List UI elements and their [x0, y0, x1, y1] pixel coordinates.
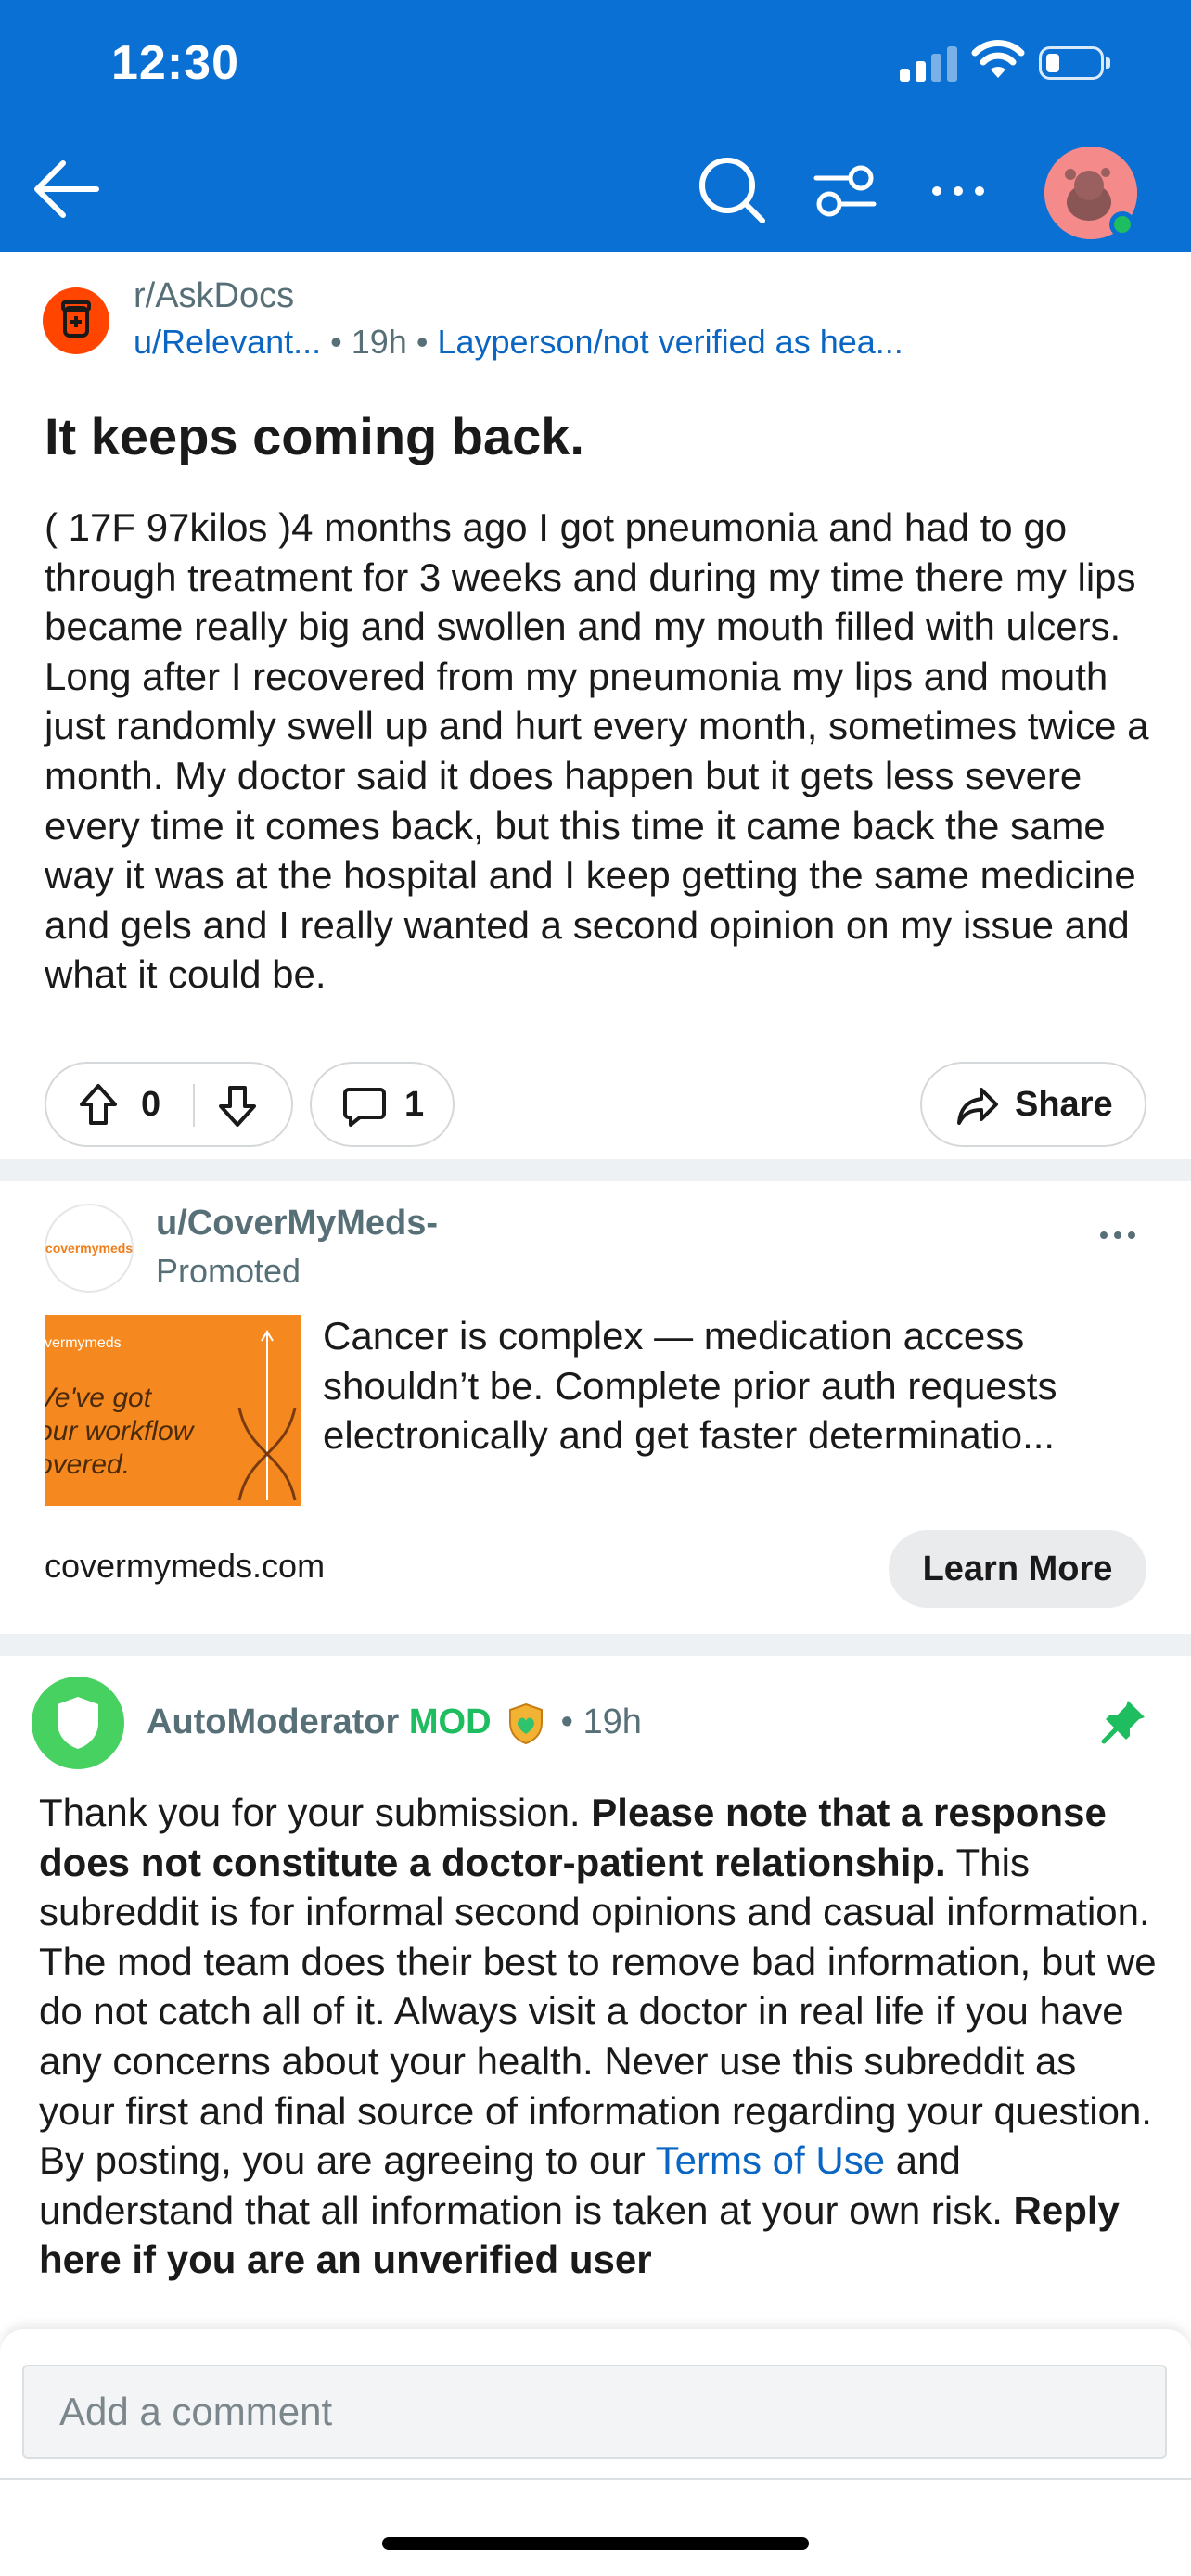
avatar[interactable]	[1044, 147, 1137, 239]
share-label: Share	[1015, 1085, 1113, 1124]
upvote-icon[interactable]	[78, 1082, 119, 1127]
comment-text: Thank you for your submission.	[39, 1791, 592, 1834]
terms-of-use-link[interactable]: Terms of Use	[656, 2138, 885, 2182]
mod-badge-icon	[509, 1702, 544, 1745]
signal-icon	[900, 45, 957, 82]
status-time: 12:30	[111, 36, 239, 90]
post-author[interactable]: u/Relevant...	[134, 323, 321, 361]
meta-separator: •	[416, 323, 438, 361]
comment-count: 1	[404, 1085, 425, 1124]
section-divider	[0, 1634, 1191, 1656]
subreddit-name[interactable]: r/AskDocs	[134, 276, 294, 316]
comment-icon	[343, 1088, 386, 1127]
ad-text[interactable]: Cancer is complex — medication access sh…	[323, 1311, 1148, 1460]
vote-count: 0	[141, 1085, 161, 1124]
shield-icon	[58, 1697, 98, 1749]
post-age: 19h	[351, 323, 407, 361]
ad-image-brand: vermymeds	[45, 1335, 122, 1351]
comment-button[interactable]: 1	[310, 1062, 455, 1147]
more-icon[interactable]	[1098, 1226, 1137, 1244]
vote-divider	[193, 1084, 195, 1127]
add-comment-input[interactable]	[22, 2365, 1167, 2459]
pin-icon	[1101, 1701, 1145, 1744]
ad-image[interactable]: vermymeds Ve've got our workflow overed.	[45, 1315, 301, 1506]
subreddit-icon[interactable]	[43, 287, 109, 354]
promoted-label: Promoted	[156, 1252, 301, 1290]
post-title: It keeps coming back.	[45, 407, 584, 465]
meta-separator: •	[330, 323, 352, 361]
vote-control: 0	[45, 1062, 293, 1147]
bottom-divider	[0, 2478, 1191, 2480]
wifi-icon	[971, 40, 1025, 78]
user-flair: Layperson/not verified as hea...	[437, 323, 903, 361]
downvote-icon[interactable]	[217, 1084, 258, 1129]
advertiser-logo[interactable]: covermymeds	[45, 1204, 134, 1293]
post-meta: u/Relevant... • 19h • Layperson/not veri…	[134, 323, 903, 362]
section-divider	[0, 1159, 1191, 1181]
comment-text: This subreddit is for informal second op…	[39, 1840, 1157, 2183]
more-icon[interactable]	[929, 182, 987, 200]
automoderator-avatar[interactable]	[32, 1677, 124, 1769]
ad-image-tagline: Ve've got our workflow overed.	[45, 1383, 194, 1480]
share-button[interactable]: Share	[920, 1062, 1146, 1147]
comment-age: 19h	[583, 1702, 642, 1742]
post-body: ( 17F 97kilos )4 months ago I got pneumo…	[45, 505, 1149, 997]
back-arrow-icon[interactable]	[33, 159, 100, 219]
filter-icon[interactable]	[813, 163, 877, 219]
battery-icon	[1039, 46, 1110, 80]
ad-domain[interactable]: covermymeds.com	[45, 1547, 325, 1586]
search-icon[interactable]	[698, 156, 766, 224]
mod-label: MOD	[408, 1702, 492, 1742]
ad-image-graphic	[237, 1330, 297, 1501]
comment-header: AutoModerator MOD • 19h	[147, 1702, 642, 1745]
learn-more-button[interactable]: Learn More	[889, 1530, 1146, 1608]
online-status-dot	[1109, 211, 1135, 237]
home-indicator[interactable]	[382, 2537, 809, 2550]
pill-bottle-icon	[61, 300, 91, 338]
advertiser-name[interactable]: u/CoverMyMeds-	[156, 1204, 438, 1243]
top-app-bar: 12:30	[0, 0, 1191, 252]
comment-body: Thank you for your submission. Please no…	[39, 1788, 1161, 2285]
share-icon	[957, 1088, 998, 1125]
meta-separator: •	[560, 1702, 583, 1742]
comment-author[interactable]: AutoModerator	[147, 1702, 399, 1741]
